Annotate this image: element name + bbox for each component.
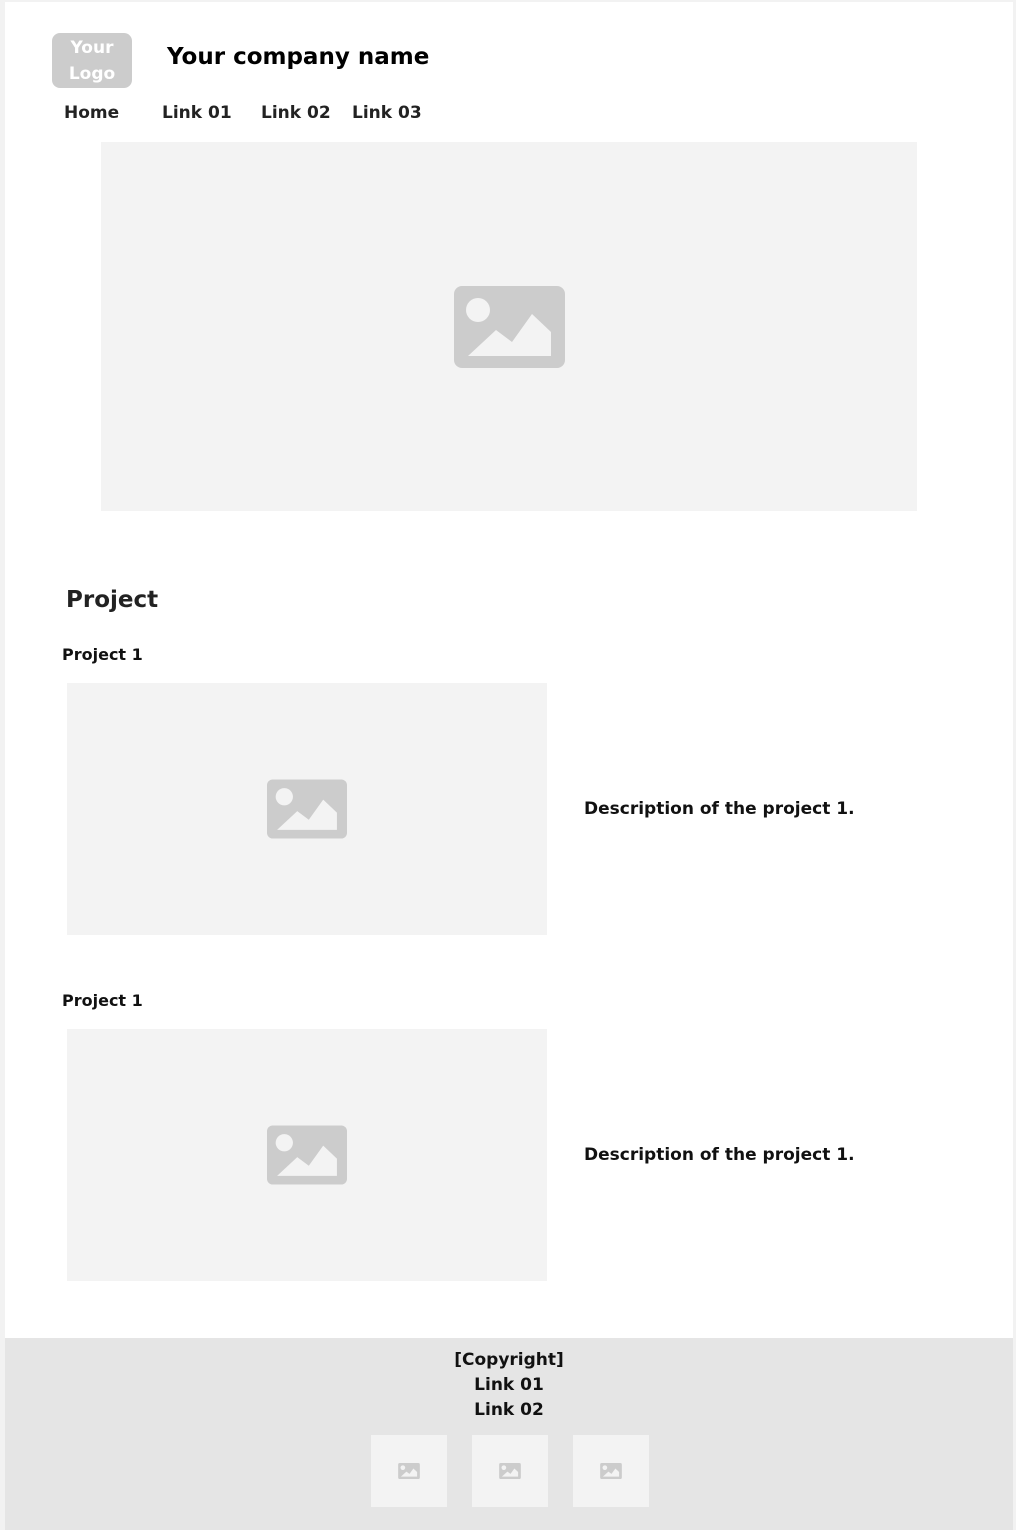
- company-name: Your company name: [167, 44, 430, 70]
- project-title: Project 1: [62, 991, 143, 1010]
- footer: [Copyright] Link 01 Link 02: [5, 1338, 1013, 1530]
- logo-line-2: Logo: [68, 64, 116, 84]
- image-placeholder-icon: [267, 779, 347, 839]
- project-image: [67, 683, 547, 935]
- nav-link-03[interactable]: Link 03: [352, 103, 422, 123]
- social-icon-2[interactable]: [472, 1435, 548, 1507]
- social-icon-3[interactable]: [573, 1435, 649, 1507]
- footer-link-01[interactable]: Link 01: [5, 1375, 1013, 1395]
- social-icon-1[interactable]: [371, 1435, 447, 1507]
- image-placeholder-icon: [398, 1463, 420, 1479]
- image-placeholder-icon: [267, 1125, 347, 1185]
- nav-link-01[interactable]: Link 01: [162, 103, 232, 123]
- footer-link-02[interactable]: Link 02: [5, 1400, 1013, 1420]
- logo[interactable]: Your Logo: [52, 33, 132, 88]
- footer-copyright: [Copyright]: [454, 1350, 564, 1370]
- nav-home[interactable]: Home: [64, 103, 119, 123]
- project-title: Project 1: [62, 645, 143, 664]
- project-description: Description of the project 1.: [584, 1145, 855, 1165]
- project-image: [67, 1029, 547, 1281]
- image-placeholder-icon: [453, 285, 565, 368]
- project-description: Description of the project 1.: [584, 799, 855, 819]
- nav-link-02[interactable]: Link 02: [261, 103, 331, 123]
- logo-line-1: Your: [70, 38, 114, 58]
- image-placeholder-icon: [600, 1463, 622, 1479]
- projects-heading: Project: [66, 587, 159, 613]
- image-placeholder-icon: [499, 1463, 521, 1479]
- hero-image: [101, 142, 917, 511]
